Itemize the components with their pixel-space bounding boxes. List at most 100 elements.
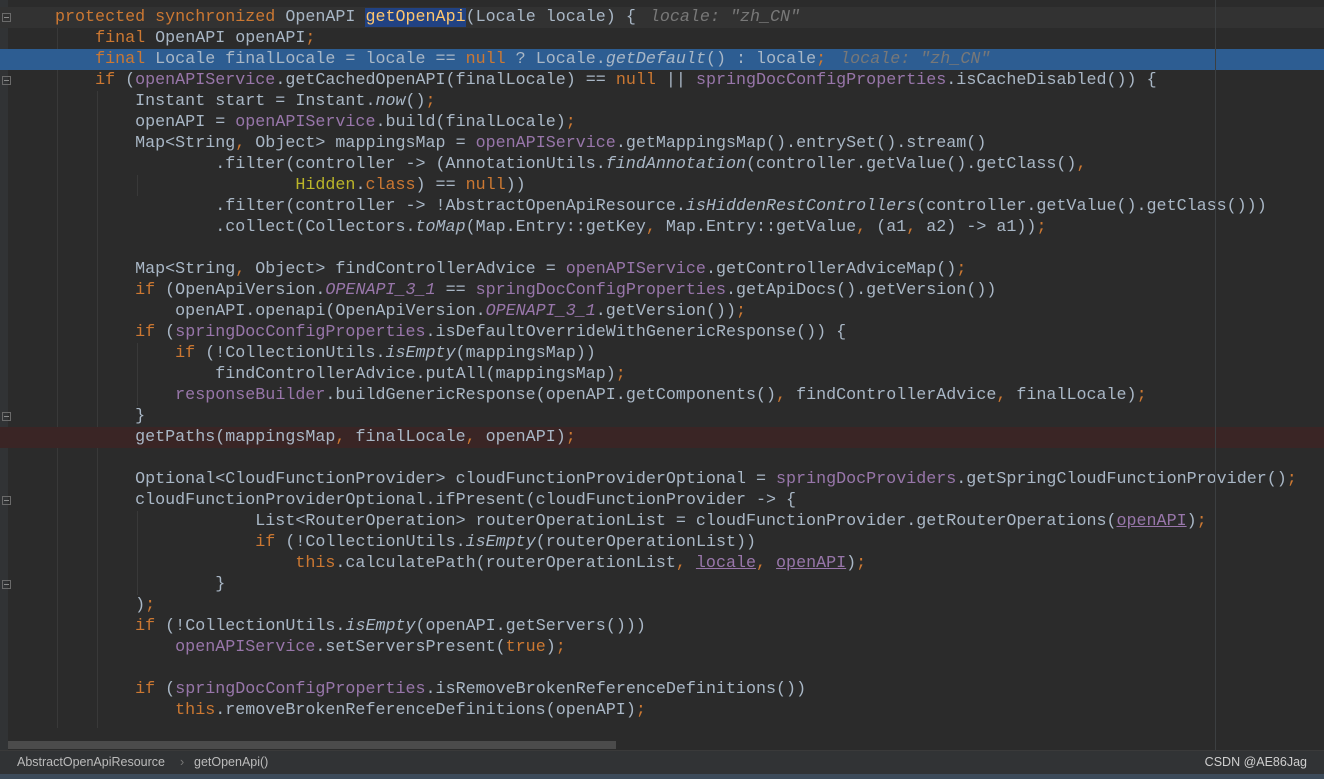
code-line[interactable]: Map<String, Object> findControllerAdvice… [0,259,1324,280]
code-line[interactable]: this.calculatePath(routerOperationList, … [0,553,1324,574]
code-token: null [465,50,506,69]
code-line[interactable]: .collect(Collectors.toMap(Map.Entry::get… [0,217,1324,238]
code-line[interactable]: getPaths(mappingsMap, finalLocale, openA… [0,427,1324,448]
code-line[interactable]: protected synchronized OpenAPI getOpenAp… [0,7,1324,28]
code-token: .collect(Collectors. [55,218,416,237]
code-token: ( [165,680,176,699]
code-token: openAPI) [485,428,566,447]
code-line[interactable]: this.removeBrokenReferenceDefinitions(op… [0,700,1324,721]
code-token: ; [856,554,867,573]
code-token: OPENAPI_3_1 [325,281,436,300]
code-token: ; [1036,218,1047,237]
code-text: Map<String, Object> mappingsMap = openAP… [55,133,986,154]
fold-toggle-icon[interactable] [2,13,11,22]
code-line[interactable]: if (OpenApiVersion.OPENAPI_3_1 == spring… [0,280,1324,301]
code-token: class [365,176,416,195]
code-token[interactable]: openAPI [1117,512,1187,531]
code-token: .buildGenericResponse(openAPI.getCompone… [325,386,777,405]
code-token: openAPIService [135,71,276,90]
code-token: )) [505,176,526,195]
code-token: null [615,71,656,90]
code-token: .isRemoveBrokenReferenceDefinitions()) [425,680,807,699]
code-line[interactable]: } [0,406,1324,427]
code-token[interactable]: getOpenApi [365,8,466,27]
code-token: (!CollectionUtils. [285,533,466,552]
code-text: openAPI = openAPIService.build(finalLoca… [55,112,576,133]
code-token: ) [1186,512,1197,531]
code-line[interactable]: if (springDocConfigProperties.isRemoveBr… [0,679,1324,700]
code-token: if [255,533,286,552]
code-editor[interactable]: protected synchronized OpenAPI getOpenAp… [0,0,1324,750]
code-text: if (springDocConfigProperties.isDefaultO… [55,322,846,343]
fold-toggle-icon[interactable] [2,496,11,505]
code-token[interactable]: openAPI [776,554,846,573]
code-text: if (OpenApiVersion.OPENAPI_3_1 == spring… [55,280,996,301]
code-text: .filter(controller -> !AbstractOpenApiRe… [55,196,1267,217]
code-line[interactable]: final Locale finalLocale = locale == nul… [0,49,1324,70]
code-text: Hidden.class) == null)) [55,175,526,196]
code-token: Map.Entry::getValue [665,218,857,237]
code-line[interactable]: Hidden.class) == null)) [0,175,1324,196]
code-text: getPaths(mappingsMap, finalLocale, openA… [55,427,576,448]
code-line[interactable]: if (springDocConfigProperties.isDefaultO… [0,322,1324,343]
code-token: .isCacheDisabled()) { [946,71,1157,90]
code-token: , [996,386,1017,405]
code-token: .setServersPresent( [315,638,506,657]
code-token: now [375,92,406,111]
code-token: , [1076,155,1087,174]
horizontal-scrollbar[interactable] [8,741,616,749]
code-token: , [756,554,777,573]
code-line[interactable]: if (!CollectionUtils.isEmpty(openAPI.get… [0,616,1324,637]
fold-toggle-icon[interactable] [2,580,11,589]
code-line[interactable]: .filter(controller -> !AbstractOpenApiRe… [0,196,1324,217]
code-line[interactable]: openAPIService.setServersPresent(true); [0,637,1324,658]
code-token: responseBuilder [175,386,326,405]
code-token: () : locale [705,50,817,69]
code-line[interactable]: Map<String, Object> mappingsMap = openAP… [0,133,1324,154]
code-token: , [776,386,797,405]
code-token: protected synchronized [55,8,286,27]
code-line[interactable]: if (!CollectionUtils.isEmpty(routerOpera… [0,532,1324,553]
code-line[interactable]: final OpenAPI openAPI; [0,28,1324,49]
code-line[interactable]: if (openAPIService.getCachedOpenAPI(fina… [0,70,1324,91]
code-text: responseBuilder.buildGenericResponse(ope… [55,385,1146,406]
code-text: Map<String, Object> findControllerAdvice… [55,259,966,280]
code-line[interactable]: responseBuilder.buildGenericResponse(ope… [0,385,1324,406]
code-token: getPaths(mappingsMap [55,428,336,447]
inlay-hint: locale: "zh_CN" [840,50,991,69]
code-token[interactable]: locale [696,554,756,573]
code-line[interactable]: } [0,574,1324,595]
code-token: Object> mappingsMap = [255,134,476,153]
code-line[interactable]: Instant start = Instant.now(); [0,91,1324,112]
code-token: openAPIService [565,260,706,279]
code-line[interactable]: List<RouterOperation> routerOperationLis… [0,511,1324,532]
code-token: isEmpty [465,533,536,552]
code-line[interactable]: ); [0,595,1324,616]
code-token: (openAPI.getServers())) [415,617,646,636]
code-token: openAPIService [175,638,316,657]
code-token: || [655,71,696,90]
watermark: CSDN @AE86Jag [1204,755,1307,769]
breadcrumb-class[interactable]: AbstractOpenApiResource [17,755,165,769]
code-token: } [55,407,146,426]
code-text: cloudFunctionProviderOptional.ifPresent(… [55,490,796,511]
code-line[interactable]: Optional<CloudFunctionProvider> cloudFun… [0,469,1324,490]
breadcrumb-method[interactable]: getOpenApi() [194,755,268,769]
code-token: if [175,344,206,363]
code-line[interactable] [0,238,1324,259]
fold-toggle-icon[interactable] [2,76,11,85]
code-line[interactable]: openAPI.openapi(OpenApiVersion.OPENAPI_3… [0,301,1324,322]
code-line[interactable] [0,658,1324,679]
code-line[interactable]: cloudFunctionProviderOptional.ifPresent(… [0,490,1324,511]
code-token: ; [615,365,626,384]
code-line[interactable] [0,448,1324,469]
code-line[interactable]: if (!CollectionUtils.isEmpty(mappingsMap… [0,343,1324,364]
code-token: findControllerAdvice [796,386,997,405]
fold-toggle-icon[interactable] [2,412,11,421]
code-line[interactable]: openAPI = openAPIService.build(finalLoca… [0,112,1324,133]
code-line[interactable]: findControllerAdvice.putAll(mappingsMap)… [0,364,1324,385]
code-line[interactable]: .filter(controller -> (AnnotationUtils.f… [0,154,1324,175]
code-token: Map<String [55,134,236,153]
